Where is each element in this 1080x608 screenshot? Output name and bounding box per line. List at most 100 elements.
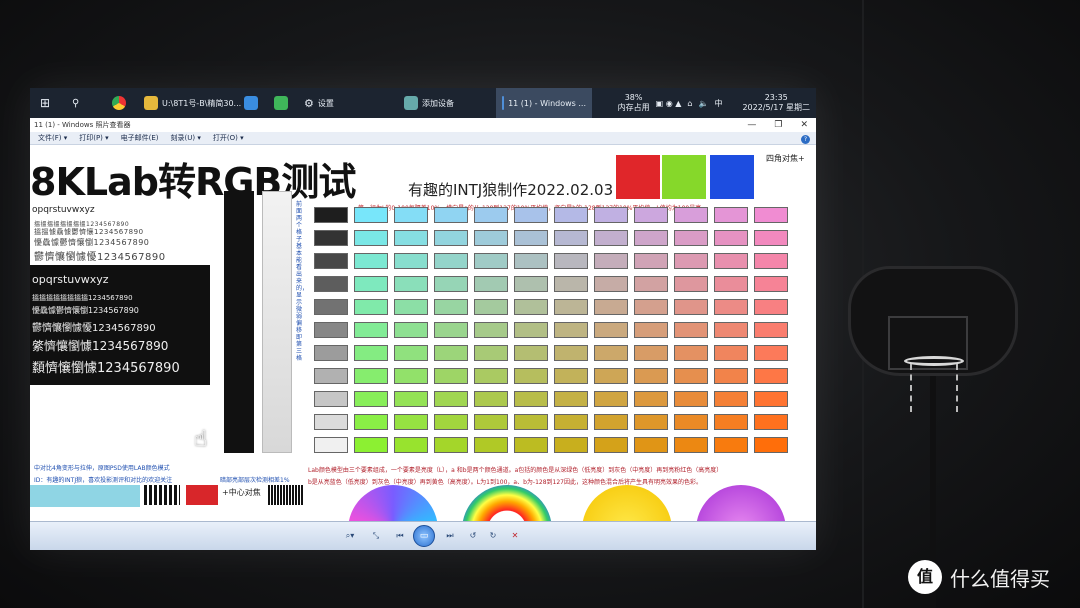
menu-file[interactable]: 文件(F) ▾ (38, 133, 67, 143)
lab-color-grid (314, 207, 794, 461)
latin-sample: opqrstuvwxyz (32, 205, 95, 215)
grid-cell (354, 345, 388, 361)
grid-cell (674, 437, 708, 453)
grid-cell (394, 322, 428, 338)
photos-icon[interactable] (238, 88, 264, 118)
sample-line: 懮驫懅鬱懠懹懰1234567890 (32, 306, 139, 315)
watermark-text: 什么值得买 (950, 566, 1050, 591)
sample-line: 懮驫懅鬱懠懹懰1234567890 (34, 238, 150, 247)
grid-cell (474, 207, 508, 223)
grid-cell (554, 391, 588, 407)
fit-icon[interactable]: ⤡ (368, 529, 384, 543)
red-pattern (186, 485, 218, 505)
grid-cell (314, 368, 348, 384)
grid-cell (554, 207, 588, 223)
media-icon[interactable] (268, 88, 294, 118)
slideshow-button[interactable]: ▭ (413, 525, 435, 547)
grid-cell (714, 391, 748, 407)
window-controls: — ❐ ✕ (747, 118, 808, 132)
grid-cell (634, 276, 668, 292)
grid-cell (594, 207, 628, 223)
menu-bar: 文件(F) ▾ 打印(P) ▾ 电子邮件(E) 刻录(U) ▾ 打开(O) ▾ (30, 132, 816, 145)
viewer-toolbar: ⌕▾ ⤡ ⏮ ▭ ⏭ ↺ ↻ ✕ (30, 521, 816, 550)
chrome-icon[interactable] (106, 88, 132, 118)
grid-cell (474, 276, 508, 292)
grid-cell (594, 391, 628, 407)
minimize-icon[interactable]: — (747, 120, 756, 130)
grid-cell (754, 299, 788, 315)
grid-cell (514, 207, 548, 223)
grid-cell (434, 253, 468, 269)
grid-cell (634, 437, 668, 453)
projected-screen: ⊞ ⚲ U:\8T1号-B\精简30... ⚙ 设置 添加设备 11 (1) - … (30, 88, 816, 550)
grid-cell (474, 414, 508, 430)
menu-open[interactable]: 打开(O) ▾ (213, 133, 244, 143)
rotate-cw-icon[interactable]: ↻ (486, 529, 500, 543)
volume-icon[interactable]: 🔈 (698, 99, 708, 108)
grid-cell (514, 368, 548, 384)
grid-cell (554, 368, 588, 384)
start-button[interactable]: ⊞ (34, 88, 56, 118)
ime-indicator[interactable]: 中 (714, 98, 722, 109)
taskbar: ⊞ ⚲ U:\8T1号-B\精简30... ⚙ 设置 添加设备 11 (1) - … (30, 88, 816, 118)
grid-cell (754, 230, 788, 246)
grid-cell (474, 345, 508, 361)
grid-cell (514, 437, 548, 453)
rotate-ccw-icon[interactable]: ↺ (466, 529, 480, 543)
grid-cell (754, 414, 788, 430)
taskbar-item-settings[interactable]: ⚙ 设置 (298, 88, 340, 118)
tray-app-icons[interactable]: ▣ ◉ ▲ (656, 99, 682, 108)
dark-text-panel: opqrstuvwxyz 搵搵搵搵搵搵搵搵1234567890 懮驫懅鬱懠懹懰1… (30, 265, 210, 385)
grid-cell (514, 230, 548, 246)
next-icon[interactable]: ⏭ (442, 529, 458, 543)
vertical-note: 前面两个格子基本能看出来的，显示微弱偏移即第三格 (296, 201, 309, 362)
previous-icon[interactable]: ⏮ (392, 529, 408, 543)
left-note-1: 中对比4角变形与拉伸，原图PSD使用LAB颜色模式 (34, 465, 170, 472)
blue-swatch (710, 155, 754, 199)
grid-cell (754, 391, 788, 407)
grid-cell (714, 368, 748, 384)
grid-cell (474, 253, 508, 269)
grid-cell (314, 345, 348, 361)
maximize-icon[interactable]: ❐ (774, 120, 782, 130)
grid-cell (514, 276, 548, 292)
grid-cell (714, 345, 748, 361)
grid-cell (394, 391, 428, 407)
grid-cell (554, 322, 588, 338)
grid-cell (314, 230, 348, 246)
network-icon[interactable]: ⌂ (687, 99, 692, 108)
grid-cell (394, 414, 428, 430)
stripe-pattern (144, 485, 180, 505)
grid-cell (514, 391, 548, 407)
sample-line: 纇懠懹懰懅1234567890 (32, 361, 180, 376)
menu-burn[interactable]: 刻录(U) ▾ (171, 133, 201, 143)
grid-cell (514, 345, 548, 361)
taskbar-item-add-device[interactable]: 添加设备 (398, 88, 460, 118)
clock[interactable]: 23:35 2022/5/17 星期二 (742, 93, 810, 113)
zoom-icon[interactable]: ⌕▾ (340, 529, 360, 543)
grid-cell (594, 437, 628, 453)
memory-usage[interactable]: 38% 内存占用 (618, 93, 650, 113)
taskbar-item-photo-viewer[interactable]: 11 (1) - Windows ... (496, 88, 592, 118)
grid-cell (354, 322, 388, 338)
search-icon[interactable]: ⚲ (66, 88, 85, 118)
delete-icon[interactable]: ✕ (508, 529, 522, 543)
grid-cell (474, 299, 508, 315)
menu-email[interactable]: 电子邮件(E) (121, 133, 159, 143)
grid-cell (754, 345, 788, 361)
grid-cell (394, 345, 428, 361)
taskbar-item-folder[interactable]: U:\8T1号-B\精简30... (138, 88, 247, 118)
menu-print[interactable]: 打印(P) ▾ (79, 133, 108, 143)
grid-cell (434, 391, 468, 407)
help-icon[interactable]: ? (801, 135, 810, 144)
grid-cell (514, 253, 548, 269)
grid-cell (594, 345, 628, 361)
grid-cell (554, 414, 588, 430)
grid-cell (594, 230, 628, 246)
close-icon[interactable]: ✕ (800, 120, 808, 130)
grid-cell (514, 299, 548, 315)
grid-cell (594, 368, 628, 384)
displayed-image: 8KLab转RGB测试 有趣的INTJ狼制作2022.02.03 四角对焦+ 第… (30, 145, 816, 550)
grid-cell (354, 391, 388, 407)
sample-line: 搵搵懅驫懅鬱懠懹1234567890 (34, 228, 144, 236)
